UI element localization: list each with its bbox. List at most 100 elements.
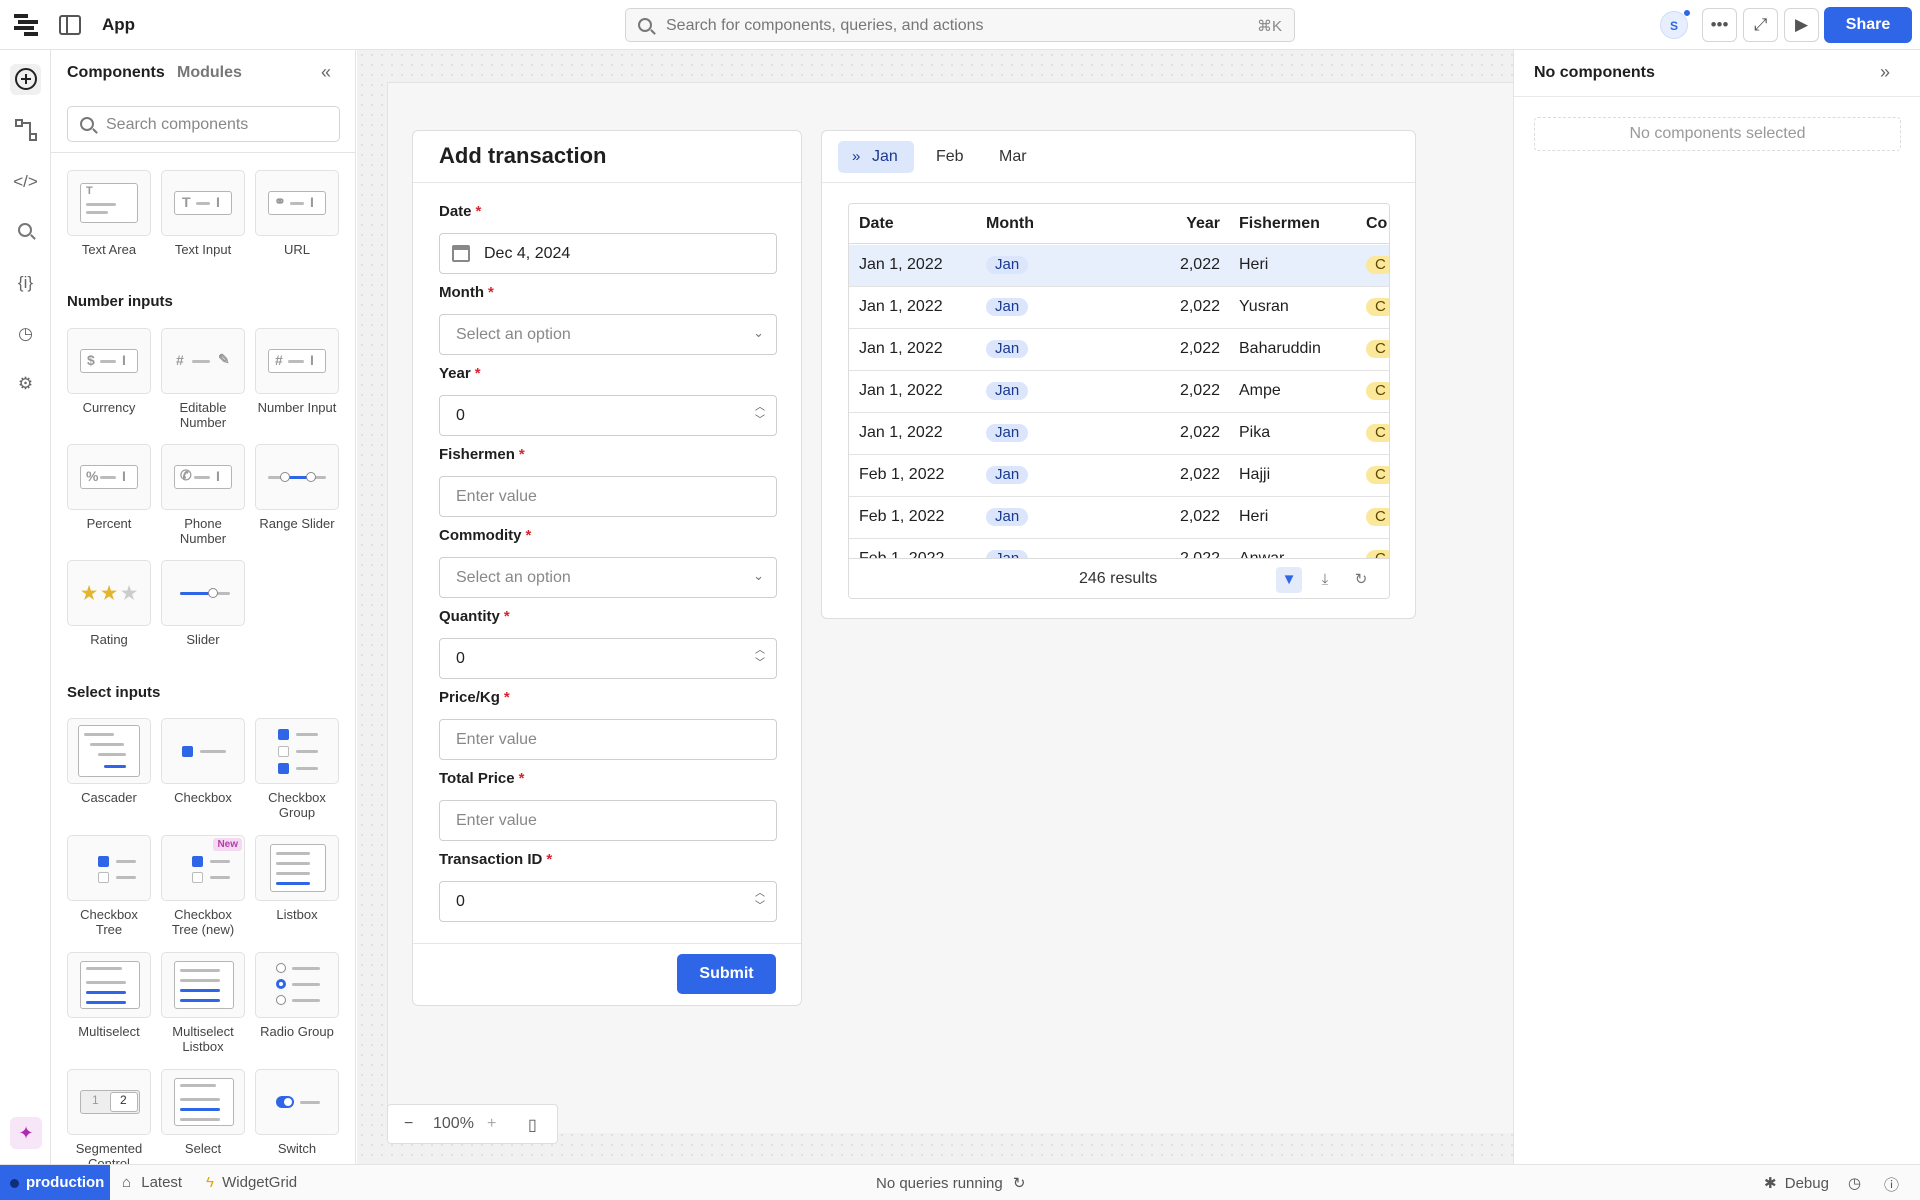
component-tile-url[interactable]: ⚭ I URL [255, 170, 339, 257]
collapse-inspector-icon[interactable]: » [1880, 62, 1890, 83]
retool-logo-icon[interactable] [14, 14, 38, 36]
state-icon[interactable]: {i} [10, 267, 41, 298]
collapse-panel-icon[interactable]: « [321, 62, 331, 83]
tab-jan[interactable]: » Jan [838, 141, 914, 173]
component-tile-segmented-control[interactable]: 1 2 Segmented Control [67, 1069, 151, 1164]
column-header-date[interactable]: Date [859, 204, 894, 245]
add-component-icon[interactable] [10, 64, 41, 95]
column-header-year[interactable]: Year [1114, 204, 1220, 245]
table-row[interactable]: Feb 1, 2022 Jan 2,022 Heri C [849, 497, 1389, 539]
widget-indicator[interactable]: ϟ WidgetGrid [206, 1174, 297, 1191]
column-header-commodity[interactable]: Co [1366, 204, 1387, 245]
download-icon[interactable]: ⤓ [1312, 567, 1338, 593]
component-tile-editable-number[interactable]: # ✎ Editable Number [161, 328, 245, 430]
cell-fishermen: Hajji [1239, 466, 1271, 483]
cell-commodity-pill: C [1366, 382, 1389, 400]
column-header-month[interactable]: Month [986, 204, 1034, 245]
stepper-icon[interactable]: ︿ ﹀ [755, 887, 765, 913]
tile-label: Text Area [81, 242, 137, 257]
component-tile-checkbox-tree-new[interactable]: New Checkbox Tree (new) [161, 835, 245, 937]
tab-components[interactable]: Components [67, 64, 165, 82]
commodity-placeholder: Select an option [456, 569, 571, 586]
table-row[interactable]: Jan 1, 2022 Jan 2,022 Ampe C [849, 371, 1389, 413]
table-row[interactable]: Jan 1, 2022 Jan 2,022 Baharuddin C [849, 329, 1389, 371]
zoom-level[interactable]: 100% [433, 1115, 474, 1133]
year-number-input[interactable]: 0 ︿ ﹀ [439, 395, 777, 436]
month-select[interactable]: Select an option ⌄ [439, 314, 777, 355]
refresh-icon[interactable]: ↻ [1348, 567, 1374, 593]
table-header: Date Month Year Fishermen Co [849, 204, 1389, 245]
zoom-out-icon[interactable]: − [404, 1115, 413, 1133]
zoom-in-icon[interactable]: + [487, 1115, 496, 1133]
component-tile-phone-number[interactable]: ✆ I Phone Number [161, 444, 245, 546]
component-tile-percent[interactable]: % I Percent [67, 444, 151, 531]
share-button[interactable]: Share [1824, 7, 1912, 43]
total-price-input[interactable]: Enter value [439, 800, 777, 841]
history-icon[interactable]: ◷ [1848, 1174, 1861, 1192]
component-tile-select[interactable]: Select [161, 1069, 245, 1156]
search-icon[interactable] [10, 216, 41, 247]
tile-label: Cascader [81, 790, 137, 805]
table-row[interactable]: Jan 1, 2022 Jan 2,022 Pika C [849, 413, 1389, 455]
table-row[interactable]: Jan 1, 2022 Jan 2,022 Heri C [849, 245, 1389, 287]
transaction-id-number-input[interactable]: 0 ︿ ﹀ [439, 881, 777, 922]
cell-fishermen: Heri [1239, 256, 1269, 273]
help-icon[interactable]: ⓘ [1884, 1174, 1899, 1195]
tab-mar[interactable]: Mar [983, 141, 1043, 173]
component-tile-currency[interactable]: $ I Currency [67, 328, 151, 415]
column-header-fishermen[interactable]: Fishermen [1239, 204, 1320, 245]
component-tile-checkbox[interactable]: Checkbox [161, 718, 245, 805]
version-selector[interactable]: ⌂ Latest [122, 1174, 182, 1191]
quantity-number-input[interactable]: 0 ︿ ﹀ [439, 638, 777, 679]
mobile-view-icon[interactable]: ▯ [528, 1115, 537, 1135]
tile-label: Segmented Control [75, 1141, 143, 1164]
radio-group-icon [255, 952, 339, 1018]
transaction-id-value: 0 [456, 893, 465, 910]
table-row[interactable]: Feb 1, 2022 Jan 2,022 Hajji C [849, 455, 1389, 497]
settings-gear-icon[interactable]: ⚙ [10, 368, 41, 399]
table-row[interactable]: Jan 1, 2022 Jan 2,022 Yusran C [849, 287, 1389, 329]
component-tile-checkbox-tree[interactable]: Checkbox Tree [67, 835, 151, 937]
refresh-icon[interactable]: ↻ [1013, 1175, 1026, 1192]
commodity-select[interactable]: Select an option ⌄ [439, 557, 777, 598]
component-tile-cascader[interactable]: Cascader [67, 718, 151, 805]
app-title[interactable]: App [102, 15, 135, 35]
component-tile-multiselect[interactable]: Multiselect [67, 952, 151, 1039]
component-tile-range-slider[interactable]: Range Slider [255, 444, 339, 531]
chevron-down-icon: ⌄ [753, 325, 764, 340]
date-picker[interactable]: Dec 4, 2024 [439, 233, 777, 274]
component-tile-rating[interactable]: ★ ★ ★ Rating [67, 560, 151, 647]
cell-date: Feb 1, 2022 [859, 466, 945, 483]
component-tile-switch[interactable]: Switch [255, 1069, 339, 1156]
preview-button[interactable]: ▶ [1784, 8, 1819, 42]
fishermen-input[interactable]: Enter value [439, 476, 777, 517]
assist-sparkle-icon[interactable]: ✦ [10, 1117, 42, 1149]
section-title-select-inputs: Select inputs [67, 684, 161, 701]
tile-label: Editable Number [179, 400, 227, 430]
more-options-button[interactable]: ••• [1702, 8, 1737, 42]
debug-button[interactable]: ✱ Debug [1764, 1174, 1829, 1192]
component-search-input[interactable]: Search components [67, 106, 340, 142]
component-tile-slider[interactable]: Slider [161, 560, 245, 647]
global-search-input[interactable]: Search for components, queries, and acti… [625, 8, 1295, 42]
tab-feb[interactable]: Feb [920, 141, 980, 173]
history-icon[interactable]: ◷ [10, 318, 41, 349]
component-tile-text-input[interactable]: T I Text Input [161, 170, 245, 257]
filter-icon[interactable]: ▼ [1276, 567, 1302, 593]
submit-button[interactable]: Submit [677, 954, 776, 994]
component-tile-multiselect-listbox[interactable]: Multiselect Listbox [161, 952, 245, 1054]
environment-badge[interactable]: production [0, 1165, 110, 1200]
component-tile-listbox[interactable]: Listbox [255, 835, 339, 922]
tab-modules[interactable]: Modules [177, 64, 242, 82]
component-tile-text-area[interactable]: T Text Area [67, 170, 151, 257]
fullscreen-button[interactable]: ⤢ [1743, 8, 1778, 42]
code-icon[interactable]: </> [10, 166, 41, 197]
stepper-icon[interactable]: ︿ ﹀ [755, 401, 765, 427]
stepper-icon[interactable]: ︿ ﹀ [755, 644, 765, 670]
component-tile-checkbox-group[interactable]: Checkbox Group [255, 718, 339, 820]
price-per-kg-input[interactable]: Enter value [439, 719, 777, 760]
component-tile-radio-group[interactable]: Radio Group [255, 952, 339, 1039]
sidebar-layout-icon[interactable] [59, 15, 81, 35]
component-tile-number-input[interactable]: # I Number Input [255, 328, 339, 415]
workflow-icon[interactable] [10, 115, 41, 146]
